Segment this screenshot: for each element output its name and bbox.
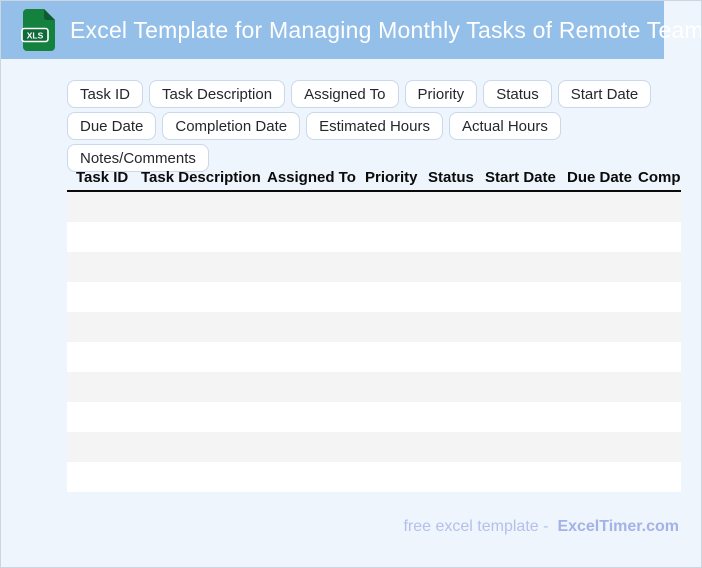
xls-icon-label: XLS: [27, 31, 44, 41]
field-chip-assigned-to[interactable]: Assigned To: [291, 80, 399, 108]
table-row: [67, 252, 681, 282]
table-row: [67, 342, 681, 372]
column-header-task-description: Task Description: [141, 168, 261, 186]
field-chip-due-date[interactable]: Due Date: [67, 112, 157, 140]
table-row: [67, 192, 681, 222]
field-chip-status[interactable]: Status: [483, 80, 552, 108]
field-chip-actual-hours[interactable]: Actual Hours: [448, 112, 561, 140]
field-chip-completion-date[interactable]: Completion Date: [162, 112, 301, 140]
field-chip-estimated-hours[interactable]: Estimated Hours: [306, 112, 443, 140]
column-header-completion-date: Completion Date: [638, 168, 681, 186]
page-title: Excel Template for Managing Monthly Task…: [70, 16, 702, 43]
footer: free excel template - ExcelTimer.com: [403, 518, 679, 536]
column-header-assigned-to: Assigned To: [267, 168, 356, 186]
table-row: [67, 372, 681, 402]
table-row: [67, 402, 681, 432]
field-chip-start-date[interactable]: Start Date: [557, 80, 652, 108]
column-header-start-date: Start Date: [485, 168, 556, 186]
table-row: [67, 312, 681, 342]
field-chip-priority[interactable]: Priority: [404, 80, 478, 108]
column-header-priority: Priority: [365, 168, 418, 186]
xls-file-icon: XLS: [21, 9, 55, 51]
table-header-row: Task ID Task Description Assigned To Priori…: [67, 164, 681, 192]
footer-brand-link[interactable]: ExcelTimer.com: [557, 518, 679, 535]
field-chip-task-description[interactable]: Task Description: [149, 80, 286, 108]
field-chip-task-id[interactable]: Task ID: [67, 80, 144, 108]
footer-text: free excel template -: [403, 518, 549, 535]
column-header-status: Status: [428, 168, 474, 186]
task-table: Task ID Task Description Assigned To Priori…: [67, 164, 681, 492]
column-header-due-date: Due Date: [567, 168, 633, 186]
column-header-task-id: Task ID: [76, 168, 129, 186]
table-row: [67, 222, 681, 252]
header-bar: XLS Excel Template for Managing Monthly …: [1, 1, 701, 59]
field-chip-list: Task ID Task Description Assigned To Priori…: [67, 80, 701, 172]
table-body: [67, 192, 681, 492]
table-row: [67, 462, 681, 492]
table-row: [67, 432, 681, 462]
page: XLS Excel Template for Managing Monthly …: [0, 0, 702, 568]
table-row: [67, 282, 681, 312]
